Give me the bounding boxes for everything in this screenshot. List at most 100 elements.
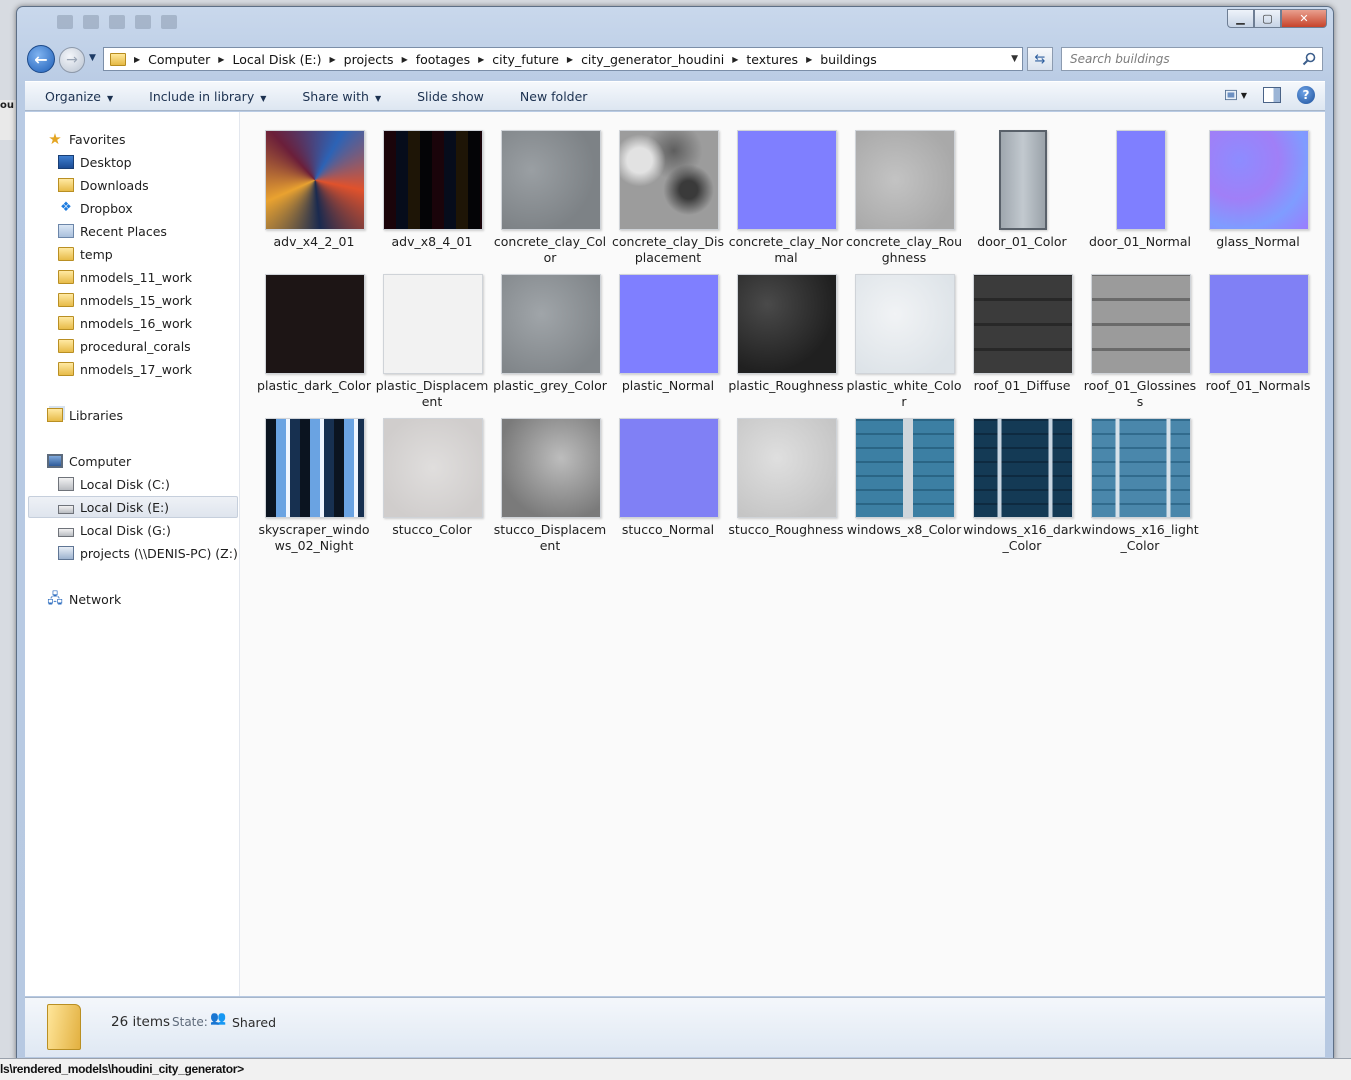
slide-show-button[interactable]: Slide show <box>397 89 500 104</box>
file-item[interactable]: plastic_grey_Color <box>491 266 609 410</box>
file-item[interactable]: roof_01_Glossiness <box>1081 266 1199 410</box>
image-thumbnail <box>619 130 719 230</box>
file-item[interactable]: stucco_Normal <box>609 410 727 554</box>
address-bar[interactable]: ▶ Computer ▶ Local Disk (E:) ▶ projects … <box>103 47 1023 71</box>
chevron-right-icon[interactable]: ▶ <box>478 55 484 64</box>
file-item[interactable]: concrete_clay_Roughness <box>845 122 963 266</box>
file-item[interactable]: windows_x16_dark_Color <box>963 410 1081 554</box>
view-icon <box>1225 89 1237 101</box>
nav-nmodels-17[interactable]: nmodels_17_work <box>58 358 192 380</box>
nav-nmodels-15[interactable]: nmodels_15_work <box>58 289 192 311</box>
chevron-right-icon[interactable]: ▶ <box>732 55 738 64</box>
nav-procedural-corals[interactable]: procedural_corals <box>58 335 191 357</box>
nav-computer[interactable]: Computer <box>47 450 131 472</box>
desktop-icon <box>58 155 74 169</box>
nav-downloads[interactable]: Downloads <box>58 174 149 196</box>
help-icon[interactable]: ? <box>1297 86 1315 104</box>
file-item[interactable]: plastic_white_Color <box>845 266 963 410</box>
nav-projects-z[interactable]: projects (\\DENIS-PC) (Z:) <box>58 542 238 564</box>
file-item[interactable]: stucco_Roughness <box>727 410 845 554</box>
file-item[interactable]: skyscraper_windows_02_Night <box>255 410 373 554</box>
file-item[interactable]: windows_x16_light_Color <box>1081 410 1199 554</box>
file-item[interactable]: adv_x4_2_01 <box>255 122 373 266</box>
image-thumbnail <box>1091 418 1191 518</box>
nav-dropbox[interactable]: ❖ Dropbox <box>58 197 133 219</box>
back-button[interactable]: ← <box>27 45 55 73</box>
file-item[interactable]: adv_x8_4_01 <box>373 122 491 266</box>
preview-pane-button[interactable] <box>1263 87 1281 103</box>
nav-network[interactable]: 🖧 Network <box>47 588 121 610</box>
title-bar[interactable]: ▁ ▢ ✕ <box>17 7 1333 41</box>
file-item[interactable]: concrete_clay_Normal <box>727 122 845 266</box>
close-button[interactable]: ✕ <box>1281 9 1327 28</box>
refresh-button[interactable]: ⇆ <box>1027 47 1053 71</box>
organize-menu[interactable]: Organize ▼ <box>25 89 129 104</box>
nav-temp[interactable]: temp <box>58 243 113 265</box>
breadcrumb-projects[interactable]: projects <box>344 52 394 67</box>
chevron-right-icon[interactable]: ▶ <box>806 55 812 64</box>
chevron-right-icon[interactable]: ▶ <box>218 55 224 64</box>
file-item[interactable]: plastic_dark_Color <box>255 266 373 410</box>
nav-nmodels-11[interactable]: nmodels_11_work <box>58 266 192 288</box>
change-view-button[interactable]: ▼ <box>1225 86 1247 104</box>
nav-local-disk-c[interactable]: Local Disk (C:) <box>58 473 170 495</box>
file-item[interactable]: concrete_clay_Displacement <box>609 122 727 266</box>
forward-button[interactable]: → <box>59 47 85 73</box>
file-item[interactable]: plastic_Normal <box>609 266 727 410</box>
folder-icon <box>58 293 74 307</box>
computer-icon <box>47 454 63 468</box>
breadcrumb-computer[interactable]: Computer <box>148 52 210 67</box>
minimize-button[interactable]: ▁ <box>1227 9 1254 28</box>
nav-label: nmodels_16_work <box>80 315 193 331</box>
file-item[interactable]: plastic_Displacement <box>373 266 491 410</box>
search-icon[interactable] <box>1302 52 1316 66</box>
nav-local-disk-e[interactable]: Local Disk (E:) <box>28 496 238 518</box>
nav-label: Favorites <box>69 131 126 147</box>
file-item[interactable]: plastic_Roughness <box>727 266 845 410</box>
maximize-button[interactable]: ▢ <box>1254 9 1281 28</box>
file-item[interactable]: roof_01_Diffuse <box>963 266 1081 410</box>
breadcrumb-textures[interactable]: textures <box>746 52 798 67</box>
nav-nmodels-16[interactable]: nmodels_16_work <box>58 312 192 334</box>
image-thumbnail <box>737 274 837 374</box>
breadcrumb-footages[interactable]: footages <box>416 52 470 67</box>
nav-desktop[interactable]: Desktop <box>58 151 132 173</box>
nav-label: Network <box>69 591 122 607</box>
address-history-dropdown[interactable]: ▼ <box>1011 54 1018 64</box>
nav-label: Libraries <box>69 407 123 423</box>
recent-pages-dropdown[interactable]: ▼ <box>89 53 96 63</box>
star-icon: ★ <box>48 130 62 148</box>
file-item[interactable]: roof_01_Normals <box>1199 266 1317 410</box>
file-name: plastic_Normal <box>621 378 715 393</box>
chevron-right-icon[interactable]: ▶ <box>567 55 573 64</box>
chevron-right-icon[interactable]: ▶ <box>134 55 140 64</box>
file-item[interactable]: stucco_Color <box>373 410 491 554</box>
chevron-right-icon[interactable]: ▶ <box>330 55 336 64</box>
image-thumbnail <box>855 130 955 230</box>
search-input[interactable] <box>1070 52 1300 66</box>
image-thumbnail <box>383 274 483 374</box>
breadcrumb-local-disk-e[interactable]: Local Disk (E:) <box>232 52 321 67</box>
file-item[interactable]: glass_Normal <box>1199 122 1317 266</box>
share-with-label: Share with <box>302 88 369 104</box>
file-item[interactable]: door_01_Normal <box>1081 122 1199 266</box>
nav-local-disk-g[interactable]: Local Disk (G:) <box>58 519 171 541</box>
breadcrumb-city-future[interactable]: city_future <box>492 52 559 67</box>
nav-libraries[interactable]: Libraries <box>47 404 123 426</box>
share-with-menu[interactable]: Share with ▼ <box>282 89 397 104</box>
new-folder-button[interactable]: New folder <box>500 89 604 104</box>
file-item[interactable]: concrete_clay_Color <box>491 122 609 266</box>
file-name: skyscraper_windows_02_Night <box>258 522 370 553</box>
breadcrumb-buildings[interactable]: buildings <box>820 52 877 67</box>
include-in-library-menu[interactable]: Include in library ▼ <box>129 89 282 104</box>
file-item[interactable]: windows_x8_Color <box>845 410 963 554</box>
nav-label: Downloads <box>80 177 149 193</box>
file-item[interactable]: stucco_Displacement <box>491 410 609 554</box>
chevron-right-icon[interactable]: ▶ <box>402 55 408 64</box>
file-item[interactable]: door_01_Color <box>963 122 1081 266</box>
breadcrumb-city-generator-houdini[interactable]: city_generator_houdini <box>581 52 724 67</box>
nav-recent-places[interactable]: Recent Places <box>58 220 167 242</box>
address-row: ← → ▼ ▶ Computer ▶ Local Disk (E:) ▶ pro… <box>27 45 1323 73</box>
search-box <box>1061 47 1323 71</box>
nav-favorites[interactable]: ★ Favorites <box>47 128 125 150</box>
